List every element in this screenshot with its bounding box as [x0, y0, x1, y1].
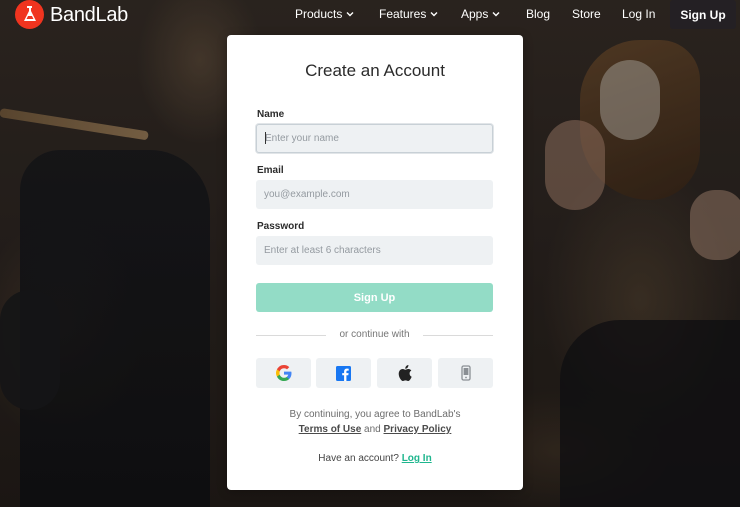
- divider-line-right: [423, 335, 493, 336]
- nav-signup-button[interactable]: Sign Up: [670, 0, 736, 29]
- signup-card: Create an Account Name Email Password Si…: [227, 35, 523, 490]
- terms-of-use-link[interactable]: Terms of Use: [299, 424, 362, 435]
- apple-icon: [398, 365, 412, 381]
- nav-store-label: Store: [572, 7, 601, 21]
- chevron-down-icon: [346, 12, 354, 17]
- nav-apps[interactable]: Apps: [461, 7, 500, 21]
- nav-blog-label: Blog: [526, 7, 551, 21]
- chevron-down-icon: [492, 12, 500, 17]
- nav-blog[interactable]: Blog: [526, 7, 550, 21]
- nav-features[interactable]: Features: [379, 7, 438, 21]
- nav-features-label: Features: [379, 7, 427, 21]
- form-title: Create an Account: [305, 61, 445, 80]
- social-divider: or continue with: [256, 329, 493, 342]
- terms-and: and: [364, 424, 381, 435]
- nav-login-label: Log In: [622, 7, 656, 21]
- apple-signin-button[interactable]: [377, 358, 432, 388]
- phone-icon: [460, 365, 471, 381]
- chevron-down-icon: [430, 12, 438, 17]
- terms-links-line: Terms of Use and Privacy Policy: [227, 422, 523, 437]
- terms-text: By continuing, you agree to BandLab's Te…: [227, 407, 523, 437]
- phone-signin-button[interactable]: [438, 358, 493, 388]
- password-input[interactable]: [256, 236, 493, 265]
- facebook-icon: [336, 365, 351, 381]
- name-label: Name: [257, 109, 285, 120]
- text-caret: [265, 132, 266, 144]
- nav-apps-label: Apps: [461, 7, 489, 21]
- have-account-line: Have an account? Log In: [227, 453, 523, 464]
- email-input[interactable]: [256, 180, 493, 209]
- nav-products-label: Products: [295, 7, 343, 21]
- have-account-text: Have an account?: [318, 453, 399, 464]
- nav-links: Products Features Apps Blog Store Log In…: [0, 0, 740, 30]
- nav-products[interactable]: Products: [295, 7, 354, 21]
- top-navigation: BandLab Products Features Apps Blog Stor…: [0, 0, 740, 30]
- nav-store[interactable]: Store: [572, 7, 601, 21]
- email-label: Email: [257, 165, 284, 176]
- google-icon: [275, 365, 291, 381]
- terms-prefix: By continuing, you agree to BandLab's: [289, 409, 461, 420]
- password-label: Password: [257, 221, 305, 232]
- google-signin-button[interactable]: [256, 358, 311, 388]
- facebook-signin-button[interactable]: [316, 358, 371, 388]
- name-input[interactable]: [256, 124, 493, 153]
- login-link[interactable]: Log In: [402, 453, 432, 464]
- privacy-policy-link[interactable]: Privacy Policy: [384, 424, 452, 435]
- signup-submit-button[interactable]: Sign Up: [256, 283, 493, 312]
- nav-login[interactable]: Log In: [622, 7, 655, 21]
